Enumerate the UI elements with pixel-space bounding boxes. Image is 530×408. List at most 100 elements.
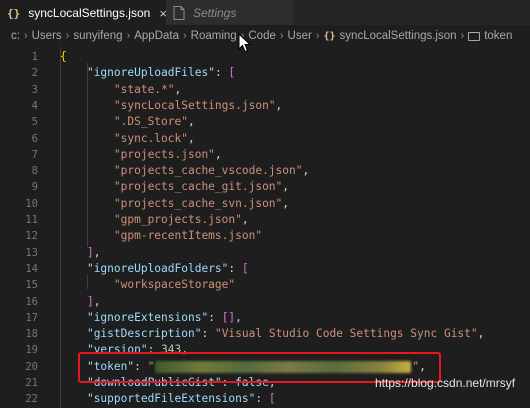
code-token: "gpm_projects.json" xyxy=(113,213,242,226)
breadcrumb-separator-icon: › xyxy=(126,30,131,42)
breadcrumb-item[interactable]: User xyxy=(288,30,312,42)
code-line[interactable]: 10 "projects_cache_svn.json", xyxy=(0,196,530,212)
code-text: "ignoreUploadFiles": [ xyxy=(60,65,235,81)
line-number: 4 xyxy=(31,99,38,112)
code-text: ], xyxy=(60,245,101,261)
code-token: "projects_cache_vscode.json" xyxy=(113,164,303,178)
line-number: 2 xyxy=(31,67,38,80)
breadcrumb-item[interactable]: token xyxy=(484,30,512,42)
code-text: { xyxy=(60,49,67,65)
line-number: 14 xyxy=(25,262,38,275)
line-number: 21 xyxy=(25,377,38,389)
line-number: 1 xyxy=(31,51,38,63)
json-file-icon: {} xyxy=(7,6,21,20)
breadcrumb-separator-icon: › xyxy=(23,30,28,42)
tab-bar-empty-area xyxy=(294,0,530,25)
code-line[interactable]: 1{ xyxy=(0,49,530,65)
line-number: 22 xyxy=(25,393,38,406)
tab-settings[interactable]: Settings xyxy=(166,0,294,25)
code-line[interactable]: 3 "state.*", xyxy=(0,82,530,98)
code-line[interactable]: 9 "projects_cache_git.json", xyxy=(0,179,530,195)
code-line[interactable]: 22 "supportedFileExtensions": [ xyxy=(0,391,530,407)
code-line[interactable]: 16 ], xyxy=(0,294,530,310)
breadcrumb-item[interactable]: sunyifeng xyxy=(73,30,122,42)
code-line[interactable]: 14 "ignoreUploadFolders": [ xyxy=(0,261,530,277)
line-number: 15 xyxy=(25,279,38,292)
code-token: , xyxy=(282,196,290,210)
code-token: , xyxy=(214,147,222,161)
code-token: , xyxy=(174,82,182,96)
code-token: "gpm-recentItems.json" xyxy=(113,229,263,243)
code-token: , xyxy=(93,294,101,308)
code-token: "syncLocalSettings.json" xyxy=(113,98,276,112)
code-line[interactable]: 18 "gistDescription": "Visual Studio Cod… xyxy=(0,326,530,342)
line-number: 3 xyxy=(31,83,38,96)
breadcrumb-item[interactable]: syncLocalSettings.json xyxy=(340,30,457,42)
watermark: https://blog.csdn.net/mrsyf xyxy=(375,376,516,390)
line-number: 5 xyxy=(31,116,38,129)
code-token: , xyxy=(275,98,283,112)
code-token: ] xyxy=(86,245,94,259)
line-number: 11 xyxy=(25,214,38,226)
code-text: "projects_cache_vscode.json", xyxy=(60,163,309,179)
breadcrumb-separator-icon: › xyxy=(65,30,70,42)
line-number: 20 xyxy=(25,360,38,373)
breadcrumb-separator-icon: › xyxy=(183,30,187,42)
code-line[interactable]: 17 "ignoreExtensions": [], xyxy=(0,310,530,326)
json-file-icon: {} xyxy=(323,30,336,42)
code-line[interactable]: 5 ".DS_Store", xyxy=(0,114,530,130)
code-line[interactable]: 12 "gpm-recentItems.json" xyxy=(0,228,530,244)
line-number: 13 xyxy=(25,246,38,259)
line-number: 18 xyxy=(25,328,38,341)
string-property-icon xyxy=(468,31,481,41)
breadcrumb-item[interactable]: Users xyxy=(32,30,62,42)
code-line[interactable]: 7 "projects.json", xyxy=(0,147,530,163)
code-text: "projects_cache_git.json", xyxy=(60,179,289,195)
tab-label: Settings xyxy=(193,5,237,20)
code-line[interactable]: 13 ], xyxy=(0,245,530,261)
code-token: { xyxy=(60,50,67,63)
code-text: "ignoreExtensions": [], xyxy=(60,310,242,326)
code-token: : xyxy=(214,66,229,80)
code-text: "projects.json", xyxy=(60,147,222,163)
line-number: 17 xyxy=(25,311,38,324)
code-token: , xyxy=(93,245,101,259)
code-token: [ xyxy=(268,392,276,406)
code-token: , xyxy=(302,164,310,178)
code-token: : xyxy=(228,261,242,275)
breadcrumb-item[interactable]: c: xyxy=(11,30,20,42)
code-token: [ xyxy=(228,66,236,80)
code-line[interactable]: 8 "projects_cache_vscode.json", xyxy=(0,163,530,179)
code-token: "gistDescription" xyxy=(86,327,202,341)
line-number: 19 xyxy=(25,344,38,357)
code-token: "ignoreUploadFolders" xyxy=(86,261,229,275)
code-text: "ignoreUploadFolders": [ xyxy=(60,261,249,277)
breadcrumb-item[interactable]: AppData xyxy=(134,30,179,42)
breadcrumb-separator-icon: › xyxy=(460,30,465,42)
breadcrumb: c: › Users › sunyifeng › AppData › Roaming › Code ›… xyxy=(0,25,530,47)
code-token: : xyxy=(208,310,222,324)
code-token: "state.*" xyxy=(113,82,175,96)
line-number: 9 xyxy=(31,181,38,194)
code-line[interactable]: 4 "syncLocalSettings.json", xyxy=(0,98,530,114)
code-line[interactable]: 2 "ignoreUploadFiles": [ xyxy=(0,65,530,81)
code-token: "projects.json" xyxy=(113,147,215,161)
code-token: : xyxy=(201,327,215,341)
tab-synclocalsettings-json[interactable]: {} syncLocalSettings.json × xyxy=(0,0,167,25)
breadcrumb-item[interactable]: Code xyxy=(248,30,276,42)
code-text: "workspaceStorage" xyxy=(60,277,235,293)
code-line[interactable]: 15 "workspaceStorage" xyxy=(0,277,530,293)
code-token: "ignoreUploadFiles" xyxy=(86,66,215,80)
code-token: , xyxy=(235,310,242,324)
code-line[interactable]: 6 "sync.lock", xyxy=(0,131,530,147)
code-line[interactable]: 11 "gpm_projects.json", xyxy=(0,212,530,228)
breadcrumb-item[interactable]: Roaming xyxy=(191,30,237,42)
